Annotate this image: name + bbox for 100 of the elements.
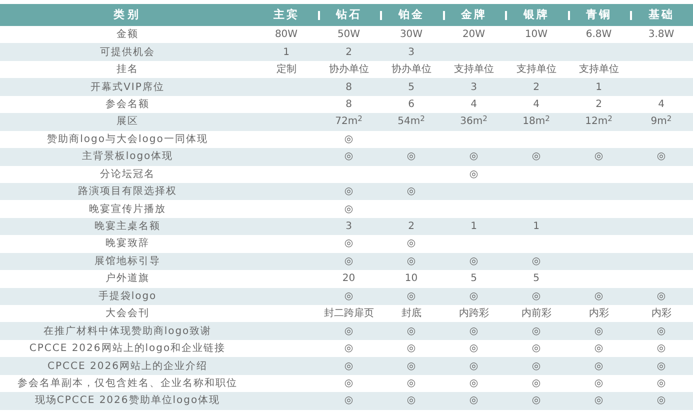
table-cell-text: ◎ bbox=[344, 376, 354, 391]
table-cell-text: ◎ bbox=[469, 254, 478, 269]
table-cell-text: 支持单位 bbox=[578, 62, 619, 78]
table-cell-text: 内前彩 bbox=[521, 306, 552, 322]
table-cell-text: 20W bbox=[462, 28, 486, 42]
table-cell: 18m$^{2}$ bbox=[522, 114, 550, 130]
table-cell-text: 80W bbox=[274, 28, 298, 42]
table-cell-text: 内彩 bbox=[651, 306, 672, 322]
table-cell: 9m$^{2}$ bbox=[650, 114, 672, 130]
column-header: 银牌 bbox=[523, 6, 550, 23]
table-cell-text: ◎ bbox=[656, 324, 666, 339]
table-cell-text: ◎ bbox=[469, 168, 478, 182]
table-cell-text: ◎ bbox=[656, 376, 666, 391]
table-cell-text: ◎ bbox=[532, 394, 541, 408]
table-cell-text: 5 bbox=[470, 272, 477, 286]
row-label: 金额 bbox=[116, 28, 138, 42]
table-cell-text: 2 bbox=[408, 220, 414, 234]
table-cell-text: 5 bbox=[408, 80, 414, 95]
table-cell-text: 封二跨扉页 bbox=[324, 306, 374, 322]
table-cell-text: ◎ bbox=[656, 290, 666, 304]
row-label: 可提供机会 bbox=[100, 46, 155, 60]
row-label: 手提袋logo bbox=[98, 290, 157, 304]
table-cell-text: 1 bbox=[283, 46, 290, 60]
table-cell-text: 3 bbox=[470, 80, 477, 95]
table-cell-text: ◎ bbox=[656, 342, 666, 356]
table-cell-text: ◎ bbox=[344, 237, 354, 252]
column-header: 青铜 bbox=[586, 6, 612, 23]
row-label: 现场CPCCE 2026赞助单位logo体现 bbox=[34, 394, 220, 408]
row-label: 大会会刊 bbox=[106, 306, 150, 322]
table-cell-text: 8 bbox=[346, 80, 352, 95]
table-cell-text: ◎ bbox=[532, 342, 541, 356]
table-cell-text: ◎ bbox=[344, 202, 354, 217]
table-cell-text: 支持单位 bbox=[454, 62, 494, 78]
table-cell-text: 1 bbox=[533, 220, 540, 234]
table-cell-text: ◎ bbox=[406, 290, 416, 304]
table-cell-text: ◎ bbox=[532, 376, 541, 391]
column-header: 钻石 bbox=[336, 6, 362, 23]
row-label: CPCCE 2026网站上的企业介绍 bbox=[48, 360, 208, 374]
table-cell-text: ◎ bbox=[344, 342, 354, 356]
table-cell-text: 6.8W bbox=[586, 28, 612, 42]
table-cell-text: ◎ bbox=[594, 324, 604, 339]
table-cell-text: ◎ bbox=[469, 360, 478, 374]
table-cell-text: ◎ bbox=[406, 254, 416, 269]
row-label: 挂名 bbox=[116, 62, 138, 78]
table-cell-text: 30W bbox=[400, 28, 423, 42]
column-header: 金牌 bbox=[460, 6, 487, 23]
table-cell-text: ◎ bbox=[344, 185, 354, 200]
table-cell-text: 3 bbox=[408, 46, 414, 60]
table-cell-text: 协办单位 bbox=[391, 62, 432, 78]
table-cell-text: ◎ bbox=[344, 254, 354, 269]
table-cell-text: ◎ bbox=[469, 290, 478, 304]
table-cell-text: 2 bbox=[596, 98, 602, 112]
table-cell-text: ◎ bbox=[532, 360, 541, 374]
table-cell-text: ◎ bbox=[406, 360, 416, 374]
table-cell-text: ◎ bbox=[406, 150, 416, 164]
table-cell-text: 50W bbox=[337, 28, 360, 42]
table-cell-text: 内彩 bbox=[588, 306, 609, 322]
table-cell-text: 10W bbox=[524, 28, 548, 42]
table-cell-text: ◎ bbox=[406, 324, 416, 339]
table-cell-text: ◎ bbox=[532, 324, 541, 339]
row-label: 在推广材料中体现赞助商logo致谢 bbox=[43, 324, 212, 339]
table-cell-text: ◎ bbox=[344, 360, 354, 374]
table-cell-text: ◎ bbox=[594, 360, 604, 374]
table-cell-text: ◎ bbox=[344, 150, 354, 164]
row-label: CPCCE 2026网站上的logo和企业链接 bbox=[29, 342, 226, 356]
table-cell-text: ◎ bbox=[594, 290, 604, 304]
table-cell: 36m$^{2}$ bbox=[460, 114, 488, 130]
table-cell: 54m$^{2}$ bbox=[398, 114, 425, 130]
table-cell-text: 协办单位 bbox=[328, 62, 369, 78]
table-cell-text: ◎ bbox=[406, 237, 416, 252]
table-cell-text: 1 bbox=[596, 80, 602, 95]
table-cell-text: 3.8W bbox=[648, 28, 674, 42]
row-label: 参会名单副本，仅包含姓名、企业名称和职位 bbox=[18, 376, 238, 391]
row-label: 分论坛冠名 bbox=[100, 168, 155, 182]
column-header: 基础 bbox=[648, 6, 674, 23]
table-cell-text: ◎ bbox=[532, 150, 541, 164]
row-label: 主背景板logo体现 bbox=[82, 150, 174, 164]
table-cell-text: ◎ bbox=[344, 324, 354, 339]
column-header: 铂金 bbox=[398, 6, 424, 23]
table-cell-text: ◎ bbox=[344, 394, 354, 408]
table-cell-text: 1 bbox=[470, 220, 477, 234]
table-cell-text: 4 bbox=[658, 98, 664, 112]
table-cell-text: ◎ bbox=[656, 360, 666, 374]
table-cell-text: ◎ bbox=[469, 324, 478, 339]
table-cell: 72m$^{2}$ bbox=[335, 114, 362, 130]
table-cell-text: 3 bbox=[346, 220, 352, 234]
table-cell-text: ◎ bbox=[656, 394, 666, 408]
table-cell-text: 8 bbox=[346, 98, 352, 112]
table-cell-text: ◎ bbox=[532, 290, 541, 304]
table-cell-text: 封底 bbox=[401, 306, 422, 322]
row-label: 户外道旗 bbox=[106, 272, 150, 286]
table-cell-text: 支持单位 bbox=[516, 62, 556, 78]
column-header: 主宾 bbox=[273, 6, 300, 23]
table-cell-text: 2 bbox=[533, 80, 540, 95]
table-cell-text: 4 bbox=[533, 98, 540, 112]
row-label: 晚宴主桌名额 bbox=[94, 220, 160, 234]
row-label: 路演项目有限选择权 bbox=[78, 184, 177, 200]
table-cell-text: ◎ bbox=[469, 376, 478, 391]
table-cell-text: ◎ bbox=[406, 394, 416, 408]
row-label: 展馆地标引导 bbox=[94, 254, 160, 269]
